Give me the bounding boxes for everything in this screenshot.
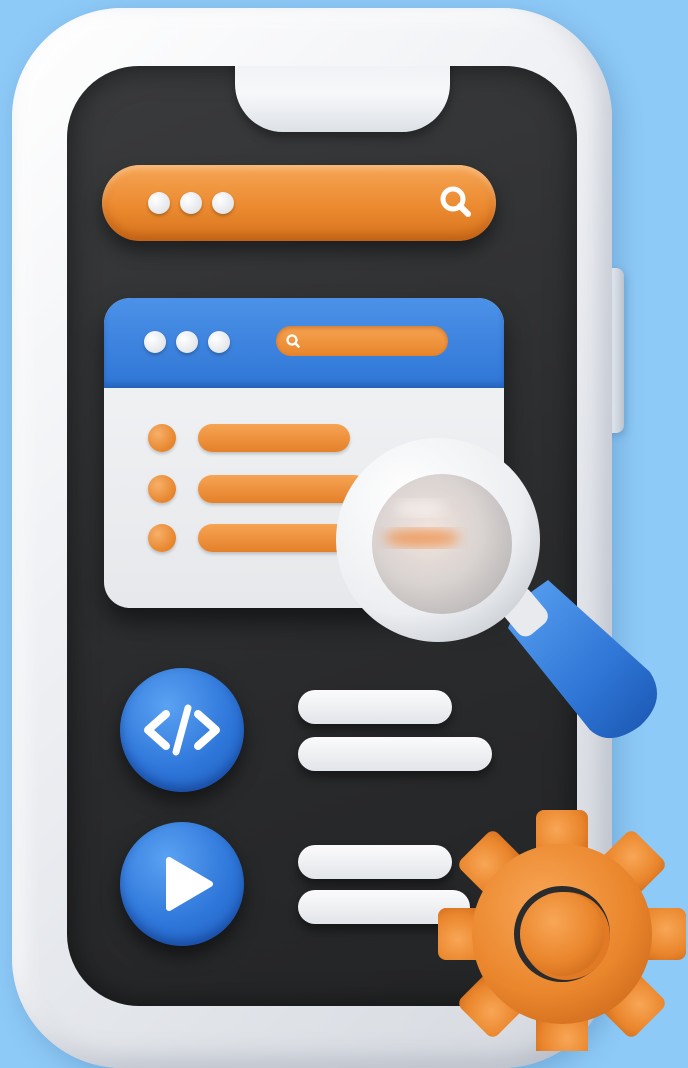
gear-icon (438, 810, 686, 1051)
phone-illustration (0, 0, 688, 1068)
gear-body (438, 810, 686, 1051)
